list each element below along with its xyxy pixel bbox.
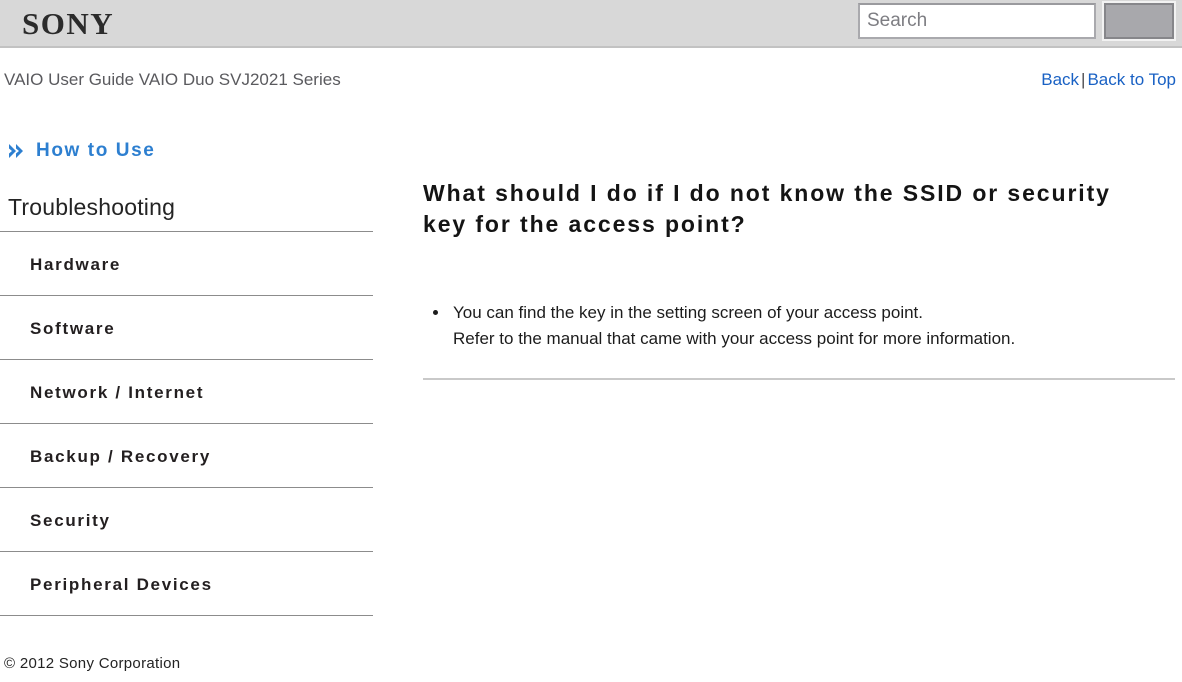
sidebar-how-to-use-label: How to Use (36, 140, 156, 161)
sony-logo: SONY (22, 6, 115, 41)
sidebar-how-to-use[interactable]: How to Use (0, 140, 373, 162)
answer-list: You can find the key in the setting scre… (423, 300, 1175, 352)
double-chevron-right-icon (9, 144, 23, 158)
header-bar: SONY (0, 0, 1182, 48)
breadcrumb-title: VAIO User Guide VAIO Duo SVJ2021 Series (4, 70, 341, 89)
sidebar: How to Use Troubleshooting Hardware Soft… (0, 140, 373, 616)
header-nav-links: Back | Back to Top (1041, 70, 1176, 90)
sidebar-item-security[interactable]: Security (0, 488, 373, 552)
sidebar-item-network-internet[interactable]: Network / Internet (0, 360, 373, 424)
sidebar-item-backup-recovery[interactable]: Backup / Recovery (0, 424, 373, 488)
back-link[interactable]: Back (1041, 70, 1079, 89)
search-button[interactable] (1102, 1, 1176, 41)
sidebar-item-software[interactable]: Software (0, 296, 373, 360)
content-divider (423, 378, 1175, 380)
back-to-top-link[interactable]: Back to Top (1087, 70, 1176, 89)
list-item: You can find the key in the setting scre… (423, 300, 1175, 352)
page-title: What should I do if I do not know the SS… (423, 180, 1111, 237)
search-input[interactable] (858, 3, 1096, 39)
footer-copyright: © 2012 Sony Corporation (4, 655, 181, 672)
sidebar-item-peripheral-devices[interactable]: Peripheral Devices (0, 552, 373, 616)
search-area (858, 1, 1176, 41)
sidebar-item-hardware[interactable]: Hardware (0, 232, 373, 296)
sidebar-section-title: Troubleshooting (0, 194, 373, 232)
main-content: What should I do if I do not know the SS… (423, 178, 1175, 388)
breadcrumb-row: VAIO User Guide VAIO Duo SVJ2021 Series … (0, 48, 1182, 93)
